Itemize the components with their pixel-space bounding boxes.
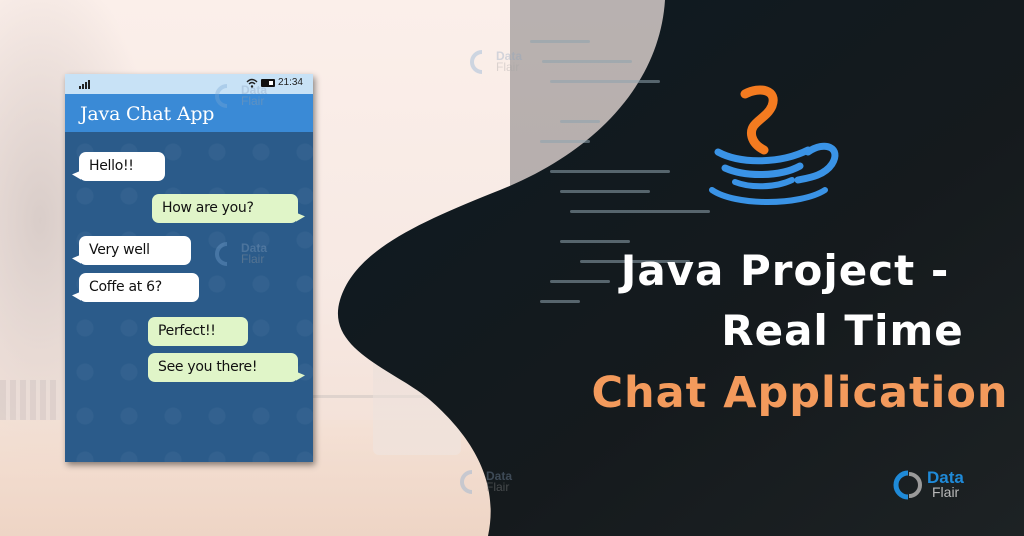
java-coffee-cup-icon bbox=[700, 82, 850, 212]
dataflair-logo-icon bbox=[470, 50, 483, 74]
code-line bbox=[540, 140, 590, 143]
dataflair-brand: Data Flair bbox=[893, 468, 964, 500]
watermark-text-bottom: Flair bbox=[496, 60, 520, 74]
headline-line-1: Java Project - bbox=[620, 246, 950, 295]
code-line bbox=[542, 60, 632, 63]
chat-area[interactable]: Hello!! How are you? Very well Coffe at … bbox=[65, 132, 313, 462]
headline-line-2: Real Time bbox=[721, 306, 964, 355]
signal-bars-icon bbox=[79, 80, 91, 89]
message-incoming[interactable]: Very well bbox=[79, 236, 191, 265]
code-line bbox=[570, 210, 710, 213]
code-line bbox=[540, 300, 580, 303]
phone-mockup: 21:34 Java Chat App Hello!! How are you?… bbox=[65, 74, 313, 462]
dataflair-logo-icon bbox=[893, 470, 922, 500]
dataflair-logo-icon bbox=[215, 84, 228, 108]
app-title: Java Chat App bbox=[80, 103, 215, 125]
message-incoming[interactable]: Coffe at 6? bbox=[79, 273, 199, 302]
watermark: Data Flair bbox=[215, 242, 267, 266]
message-outgoing[interactable]: Perfect!! bbox=[148, 317, 248, 346]
message-incoming[interactable]: Hello!! bbox=[79, 152, 165, 181]
headline-line-3: Chat Application bbox=[591, 368, 1009, 418]
code-line bbox=[550, 170, 670, 173]
code-line bbox=[560, 190, 650, 193]
brand-name-bottom: Flair bbox=[932, 484, 960, 500]
app-bar: Java Chat App bbox=[65, 94, 313, 132]
watermark-text-bottom: Flair bbox=[486, 480, 510, 494]
watermark: Data Flair bbox=[215, 84, 267, 108]
status-bar: 21:34 bbox=[65, 74, 313, 94]
code-line bbox=[530, 40, 590, 43]
dataflair-logo-icon bbox=[215, 242, 228, 266]
code-line bbox=[560, 240, 630, 243]
status-time: 21:34 bbox=[277, 77, 303, 88]
watermark: Data Flair bbox=[460, 470, 512, 494]
dataflair-logo-icon bbox=[460, 470, 473, 494]
code-line bbox=[560, 120, 600, 123]
message-outgoing[interactable]: How are you? bbox=[152, 194, 298, 223]
message-outgoing[interactable]: See you there! bbox=[148, 353, 298, 382]
code-line bbox=[550, 80, 660, 83]
watermark: Data Flair bbox=[470, 50, 522, 74]
watermark-text-bottom: Flair bbox=[241, 94, 265, 108]
watermark-text-bottom: Flair bbox=[241, 252, 265, 266]
brand-name-top: Data bbox=[927, 468, 964, 487]
